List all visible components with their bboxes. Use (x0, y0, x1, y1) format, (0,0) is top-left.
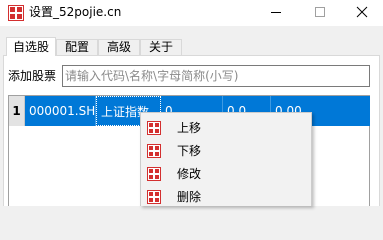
tab-label: 自选股 (12, 40, 49, 54)
title-bar[interactable]: 设置_52pojie.cn (0, 0, 383, 26)
stock-search-input[interactable] (62, 65, 370, 87)
menu-item-label: 删除 (177, 190, 202, 204)
tab-label: 高级 (106, 40, 131, 54)
maximize-icon (315, 7, 325, 17)
stock-app-icon (147, 167, 161, 181)
tab-about[interactable]: 关于 (140, 39, 182, 55)
close-icon (356, 6, 368, 18)
stock-app-icon (147, 190, 161, 204)
close-button[interactable] (342, 0, 383, 26)
settings-window: 设置_52pojie.cn 自选股 配置 高级 关于 添加股票 请输入代码\名称… (0, 0, 383, 206)
tab-advanced[interactable]: 高级 (98, 39, 140, 55)
minimize-button[interactable] (254, 0, 298, 26)
menu-item-label: 修改 (177, 167, 202, 181)
menu-item-label: 下移 (177, 144, 202, 158)
row-index[interactable]: 1 (9, 96, 25, 126)
window-title: 设置_52pojie.cn (29, 5, 122, 19)
menu-item-edit[interactable]: 修改 (143, 163, 309, 186)
menu-item-label: 上移 (177, 121, 202, 135)
menu-item-move-down[interactable]: 下移 (143, 140, 309, 163)
stock-app-icon (147, 121, 161, 135)
tab-label: 配置 (64, 40, 89, 54)
tab-watchlist[interactable]: 自选股 (6, 37, 56, 56)
minimize-icon (271, 12, 281, 13)
tab-config[interactable]: 配置 (56, 39, 98, 55)
maximize-button[interactable] (298, 0, 342, 26)
add-stock-label: 添加股票 (8, 69, 57, 83)
app-icon (8, 5, 24, 21)
stock-app-icon (147, 144, 161, 158)
cell-code[interactable]: 000001.SH (25, 96, 96, 126)
context-menu: 上移 下移 修改 删除 (140, 112, 312, 206)
menu-item-move-up[interactable]: 上移 (143, 117, 309, 140)
menu-item-delete[interactable]: 删除 (143, 186, 309, 209)
tab-label: 关于 (148, 40, 173, 54)
